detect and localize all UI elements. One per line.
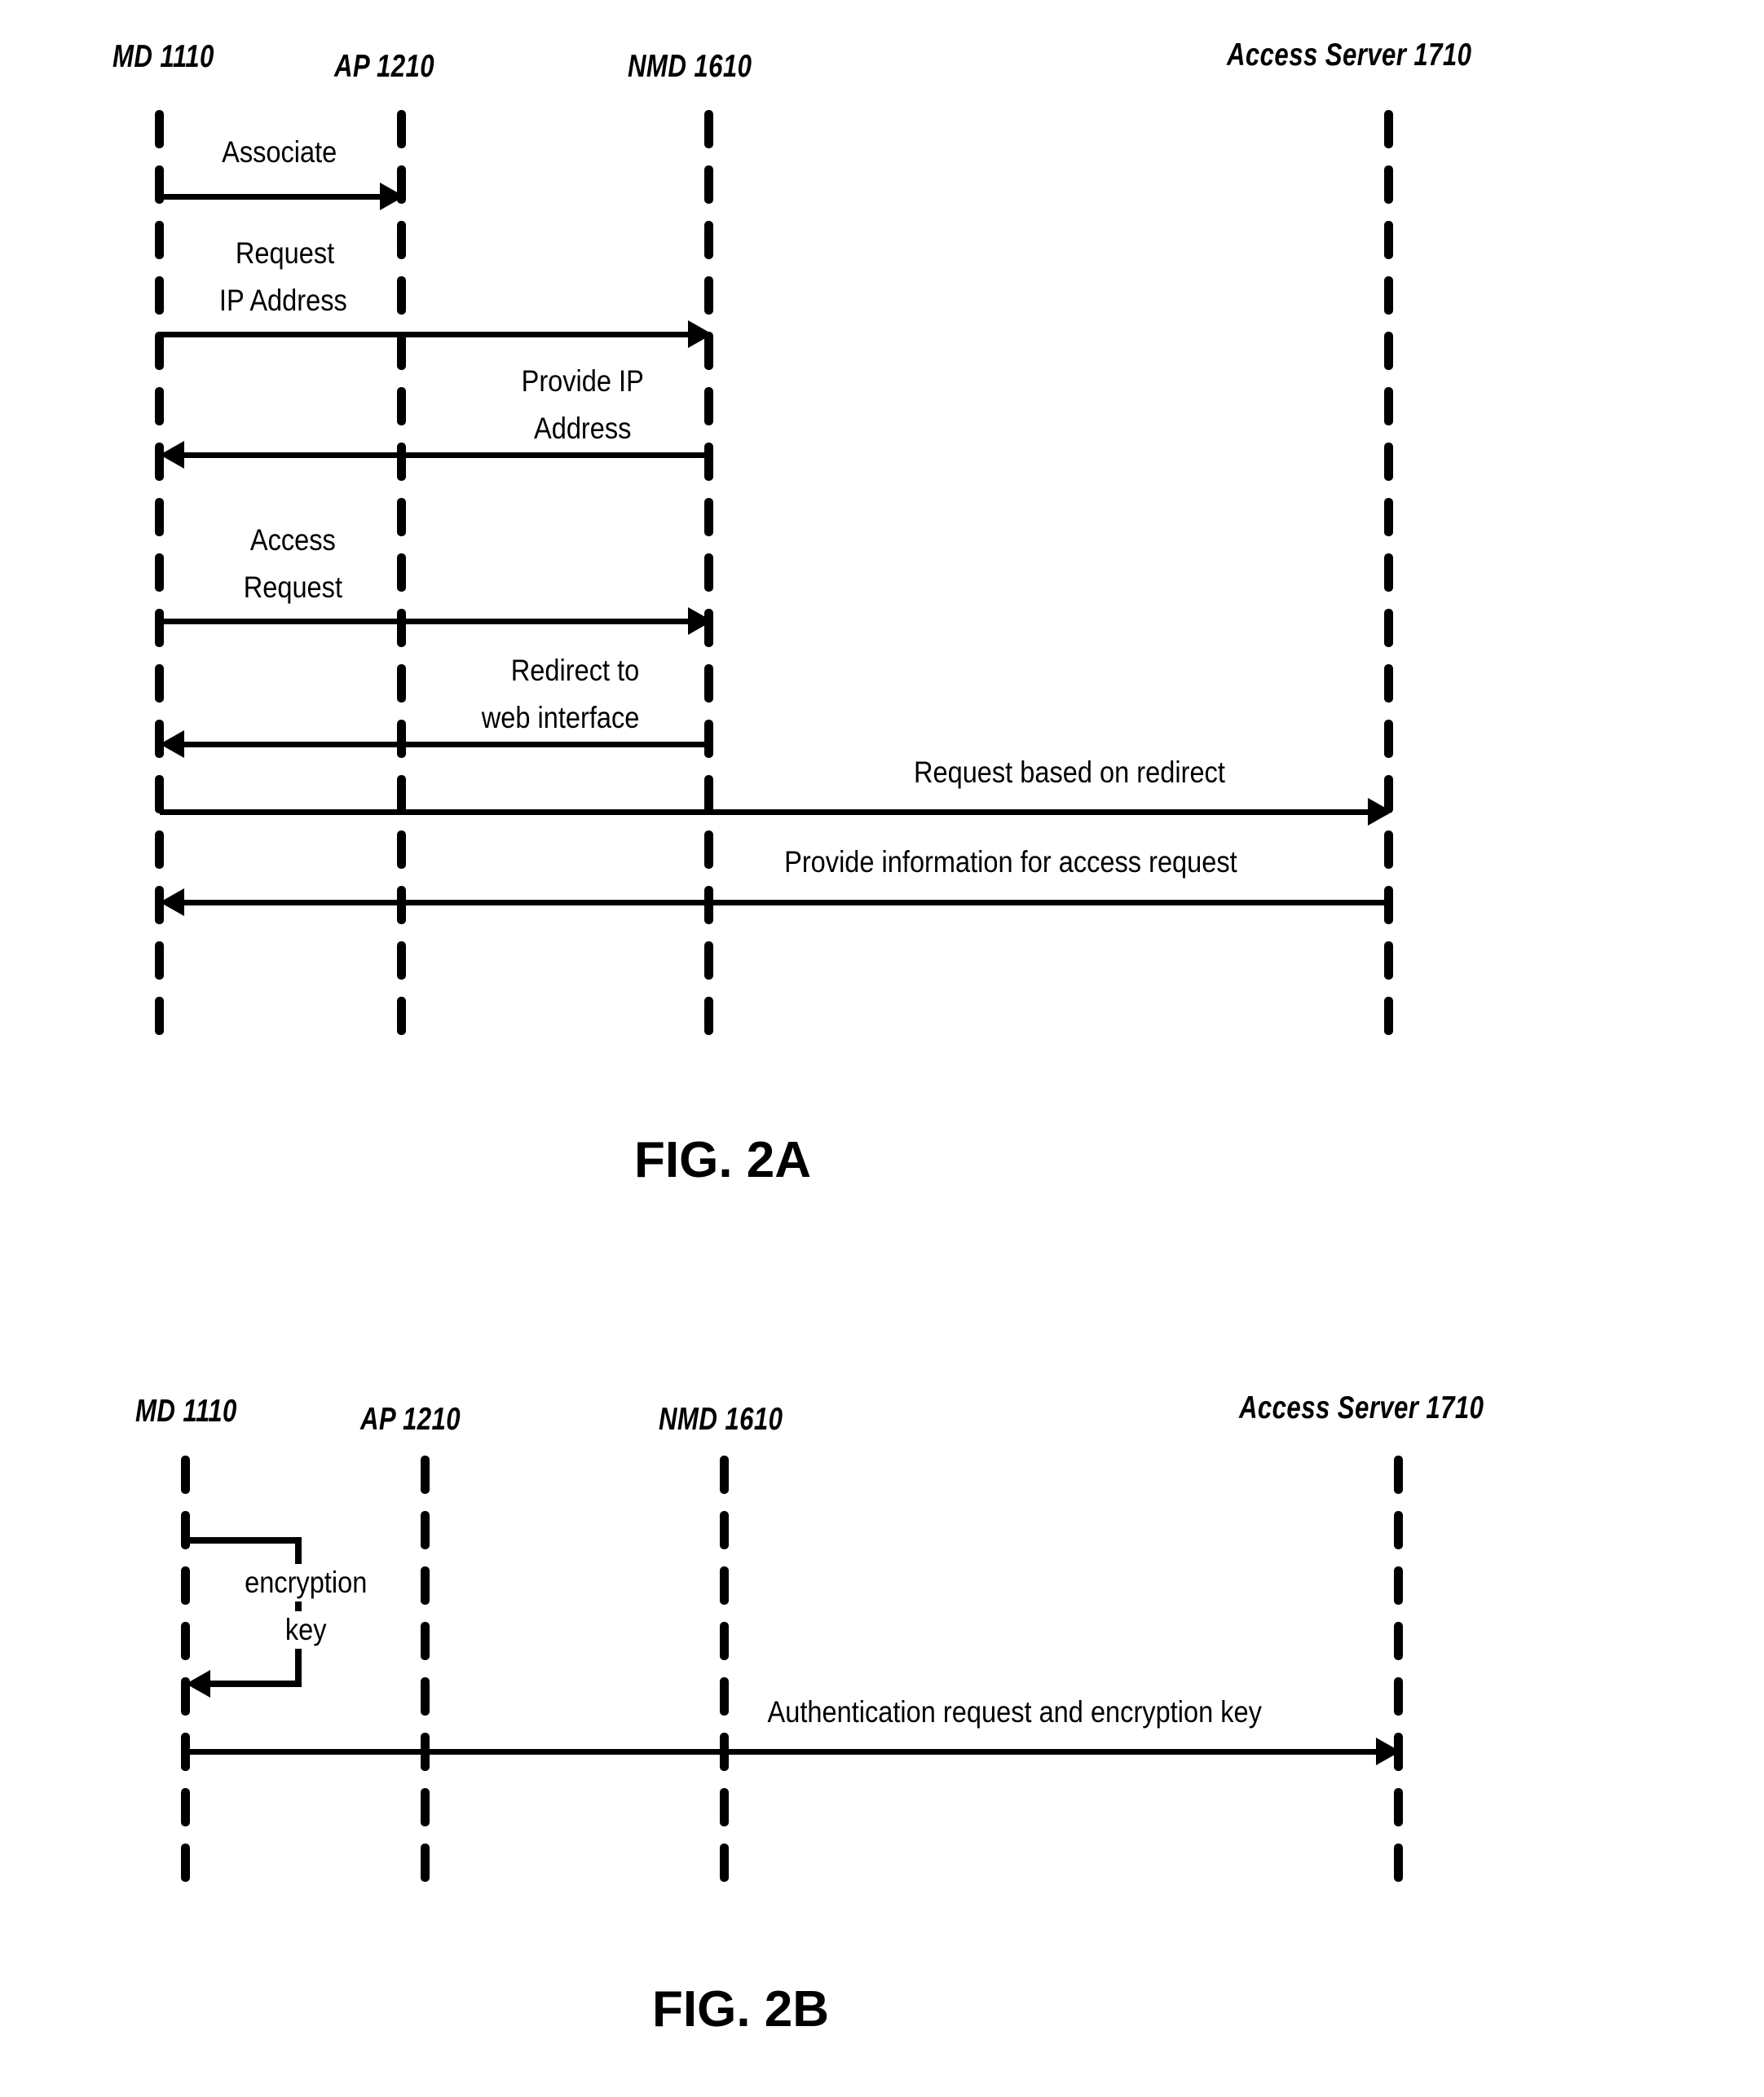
participant-label-ap-1210: AP 1210 bbox=[334, 49, 435, 84]
participant-label-nmd-1610-b: NMD 1610 bbox=[659, 1402, 783, 1437]
message-line-access-request bbox=[160, 619, 704, 624]
participant-label-nmd-1610: NMD 1610 bbox=[628, 49, 752, 84]
lifeline-ap-1210-b bbox=[421, 1456, 430, 1899]
message-line-authentication-request bbox=[186, 1749, 1396, 1755]
message-label-encryption-line1: encryption bbox=[205, 1564, 407, 1601]
message-line-provide-ip-address bbox=[170, 452, 709, 458]
message-label-access-line1: Access bbox=[205, 522, 381, 559]
participant-label-access-server-1710-b: Access Server 1710 bbox=[1239, 1390, 1484, 1425]
message-label-provide-ip-line2: Address bbox=[479, 410, 686, 447]
arrowhead-right-request-based-on-redirect bbox=[1368, 798, 1392, 826]
lifeline-nmd-1610-b bbox=[720, 1456, 729, 1899]
message-line-request-based-on-redirect bbox=[160, 809, 1387, 815]
arrowhead-left-provide-information-for-access-request bbox=[160, 888, 184, 916]
message-label-redirect-line2: web interface bbox=[439, 699, 683, 737]
message-line-associate bbox=[160, 194, 396, 200]
arrowhead-left-redirect-to-web-interface bbox=[160, 730, 184, 758]
message-label-request-line2: IP Address bbox=[178, 282, 389, 319]
message-label-associate: Associate bbox=[194, 134, 365, 171]
message-label-provide-ip-line1: Provide IP bbox=[479, 363, 686, 400]
lifeline-nmd-1610 bbox=[704, 110, 713, 1052]
message-label-redirect-line1: Redirect to bbox=[465, 652, 686, 689]
participant-label-ap-1210-b: AP 1210 bbox=[360, 1402, 461, 1437]
arrowhead-left-provide-ip-address bbox=[160, 441, 184, 469]
message-label-authentication-request-and-encryption-key: Authentication request and encryption ke… bbox=[765, 1694, 1366, 1731]
figure-caption-2a: FIG. 2A bbox=[634, 1132, 812, 1188]
message-label-request-based-on-redirect: Request based on redirect bbox=[830, 754, 1309, 791]
arrowhead-right-associate bbox=[380, 183, 404, 210]
lifeline-access-server-1710-b bbox=[1394, 1456, 1403, 1899]
arrowhead-left-encryption-key bbox=[186, 1670, 210, 1698]
lifeline-access-server-1710 bbox=[1384, 110, 1393, 1052]
lifeline-ap-1210 bbox=[397, 110, 406, 1052]
arrowhead-right-access-request bbox=[688, 607, 712, 635]
participant-label-md-1110: MD 1110 bbox=[112, 39, 214, 74]
message-label-encryption-line2: key bbox=[205, 1611, 407, 1649]
message-label-access-line2: Request bbox=[205, 569, 381, 606]
message-line-redirect-to-web-interface bbox=[170, 742, 709, 747]
figure-caption-2b: FIG. 2B bbox=[652, 1981, 830, 2038]
message-label-request-line1: Request bbox=[192, 235, 378, 272]
patent-figure-sheet: MD 1110 AP 1210 NMD 1610 Access Server 1… bbox=[0, 0, 1764, 2097]
self-loop-top-segment bbox=[186, 1537, 302, 1544]
arrowhead-right-request-ip-address bbox=[688, 320, 712, 348]
message-line-request-ip-address bbox=[160, 332, 704, 337]
participant-label-md-1110-b: MD 1110 bbox=[135, 1394, 237, 1429]
message-label-provide-information-for-access-request: Provide information for access request bbox=[717, 844, 1304, 881]
arrowhead-right-authentication-request bbox=[1376, 1738, 1400, 1765]
participant-label-access-server-1710: Access Server 1710 bbox=[1227, 37, 1472, 73]
self-loop-bottom-segment bbox=[196, 1681, 302, 1687]
message-line-provide-information-for-access-request bbox=[170, 900, 1391, 905]
